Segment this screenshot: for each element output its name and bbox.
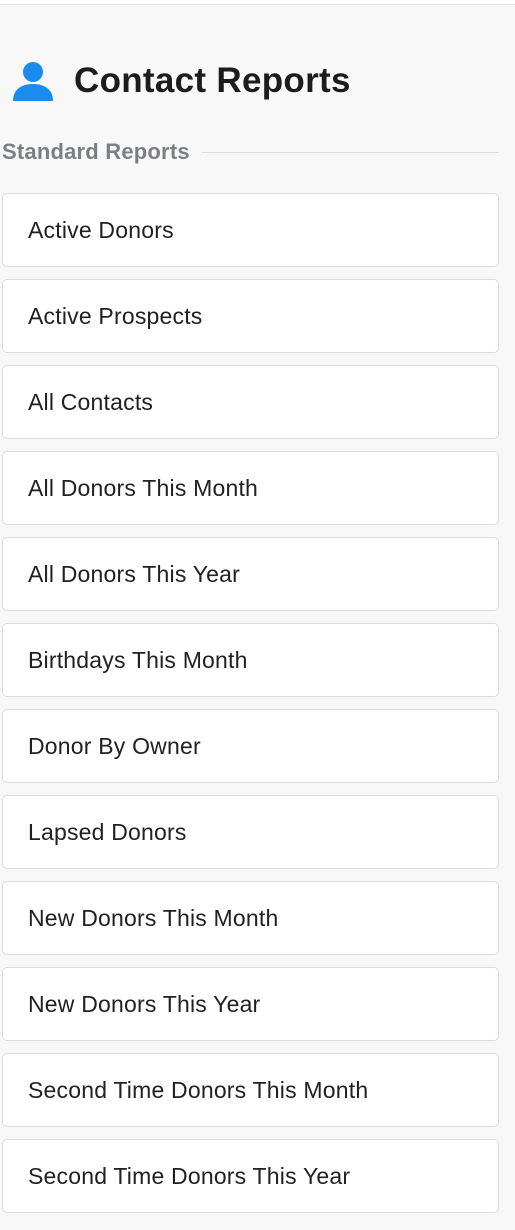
top-divider (0, 0, 515, 5)
report-label: All Donors This Year (28, 560, 240, 587)
report-label: Lapsed Donors (28, 818, 187, 845)
report-label: Second Time Donors This Month (28, 1076, 369, 1103)
report-item-lapsed-donors[interactable]: Lapsed Donors (2, 795, 499, 869)
report-item-second-time-donors-this-month[interactable]: Second Time Donors This Month (2, 1053, 499, 1127)
report-list: Active Donors Active Prospects All Conta… (2, 193, 499, 1225)
report-label: New Donors This Month (28, 904, 279, 931)
report-item-active-prospects[interactable]: Active Prospects (2, 279, 499, 353)
page-title: Contact Reports (74, 61, 351, 100)
report-label: Active Prospects (28, 302, 203, 329)
report-label: New Donors This Year (28, 990, 261, 1017)
report-label: All Donors This Month (28, 474, 259, 501)
report-label: Active Donors (28, 216, 174, 243)
section-label: Standard Reports (2, 139, 190, 164)
person-icon (13, 62, 53, 101)
report-item-donor-by-owner[interactable]: Donor By Owner (2, 709, 499, 783)
report-item-all-donors-this-month[interactable]: All Donors This Month (2, 451, 499, 525)
section-header: Standard Reports (2, 139, 499, 165)
report-item-new-donors-this-year[interactable]: New Donors This Year (2, 967, 499, 1041)
report-label: Birthdays This Month (28, 646, 248, 673)
report-item-birthdays-this-month[interactable]: Birthdays This Month (2, 623, 499, 697)
report-item-all-contacts[interactable]: All Contacts (2, 365, 499, 439)
report-item-all-donors-this-year[interactable]: All Donors This Year (2, 537, 499, 611)
report-label: Second Time Donors This Year (28, 1162, 351, 1189)
report-item-new-donors-this-month[interactable]: New Donors This Month (2, 881, 499, 955)
section-divider (201, 151, 499, 153)
report-label: All Contacts (28, 388, 154, 415)
report-item-second-time-donors-this-year[interactable]: Second Time Donors This Year (2, 1139, 499, 1213)
report-label: Donor By Owner (28, 732, 201, 759)
report-item-active-donors[interactable]: Active Donors (2, 193, 499, 267)
page-header: Contact Reports (12, 60, 351, 102)
